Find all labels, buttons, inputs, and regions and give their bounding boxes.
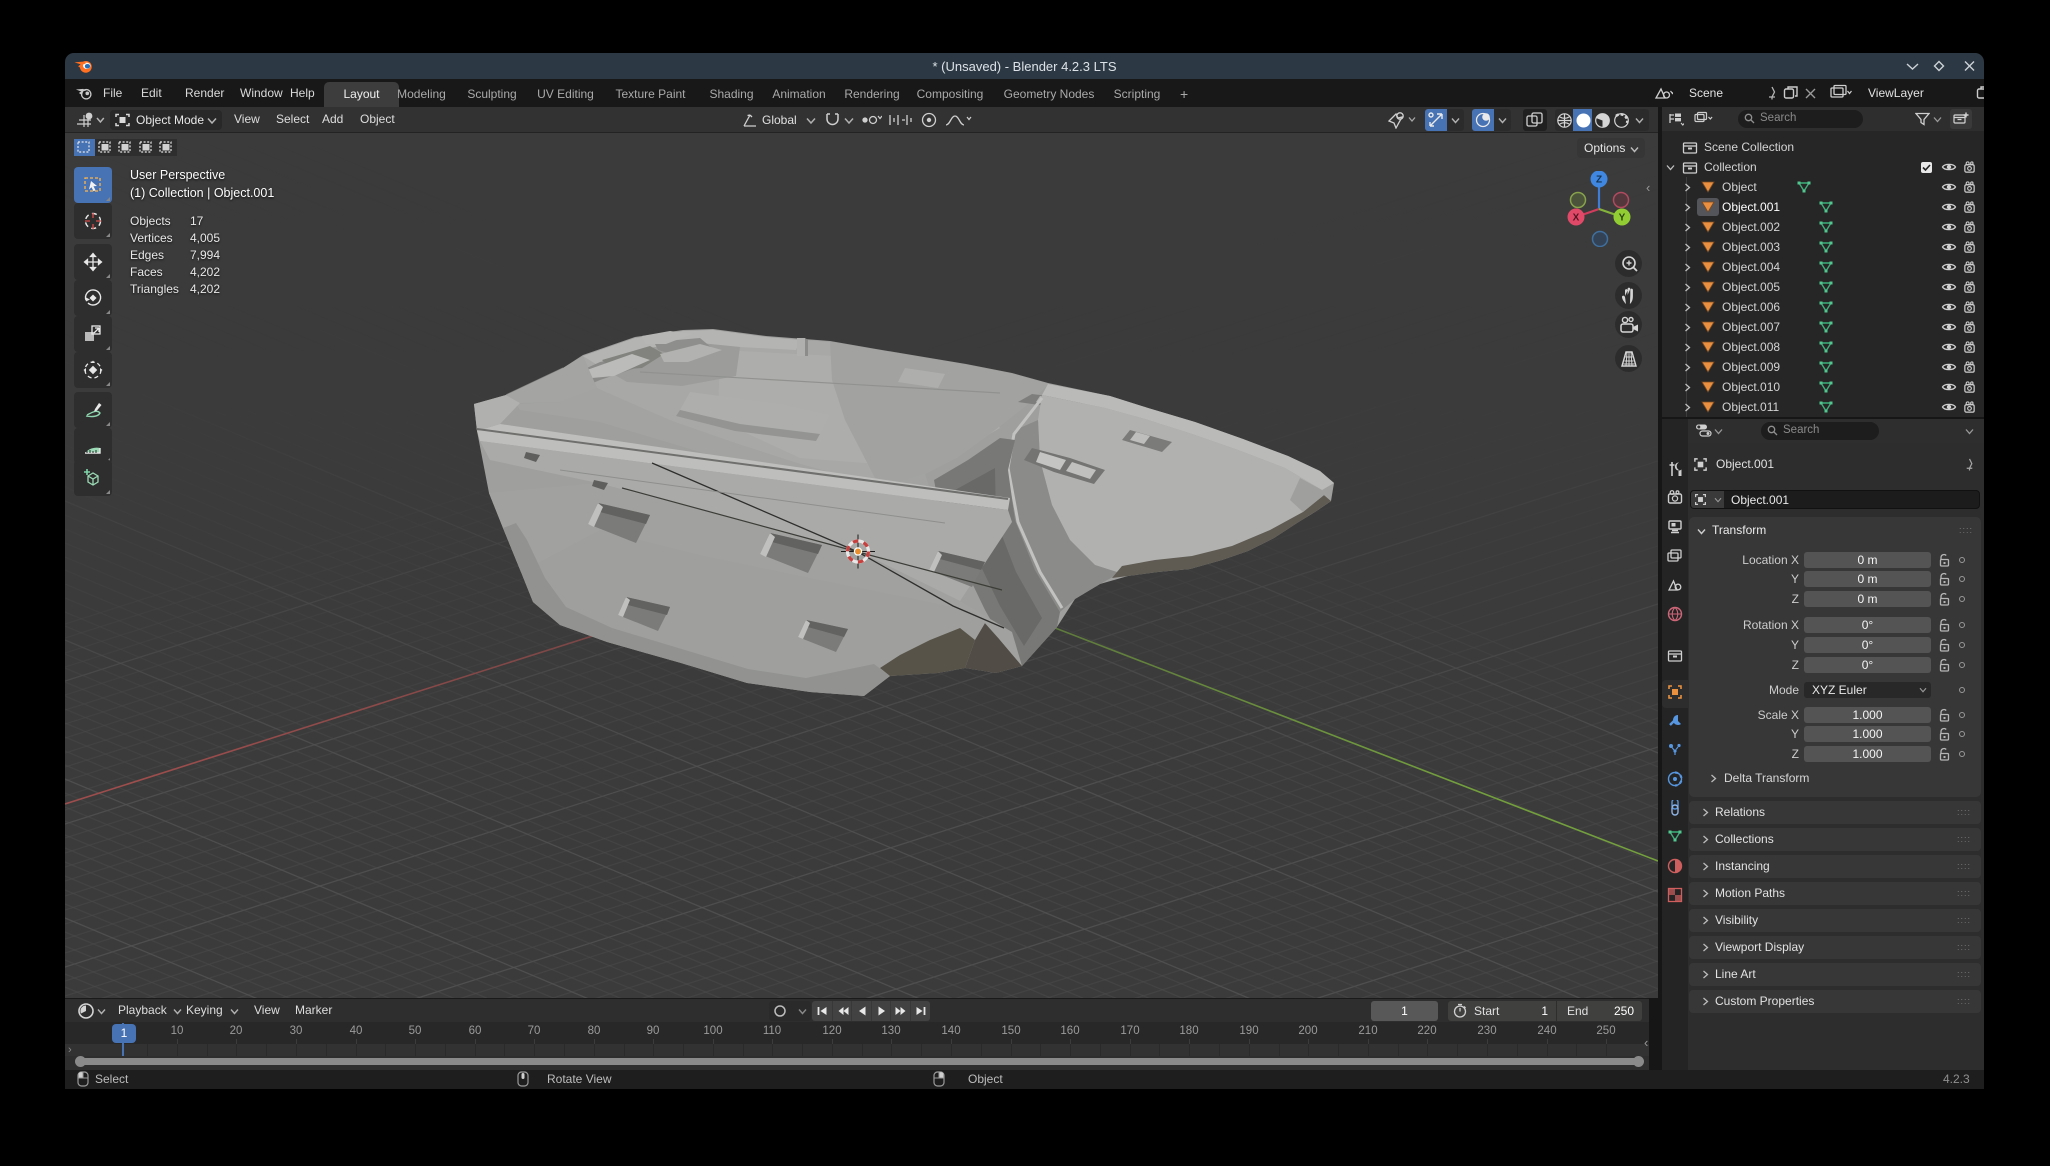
svg-text:X: X [1573, 213, 1580, 224]
svg-text:Y: Y [1619, 213, 1626, 224]
svg-text:Z: Z [1596, 175, 1602, 186]
